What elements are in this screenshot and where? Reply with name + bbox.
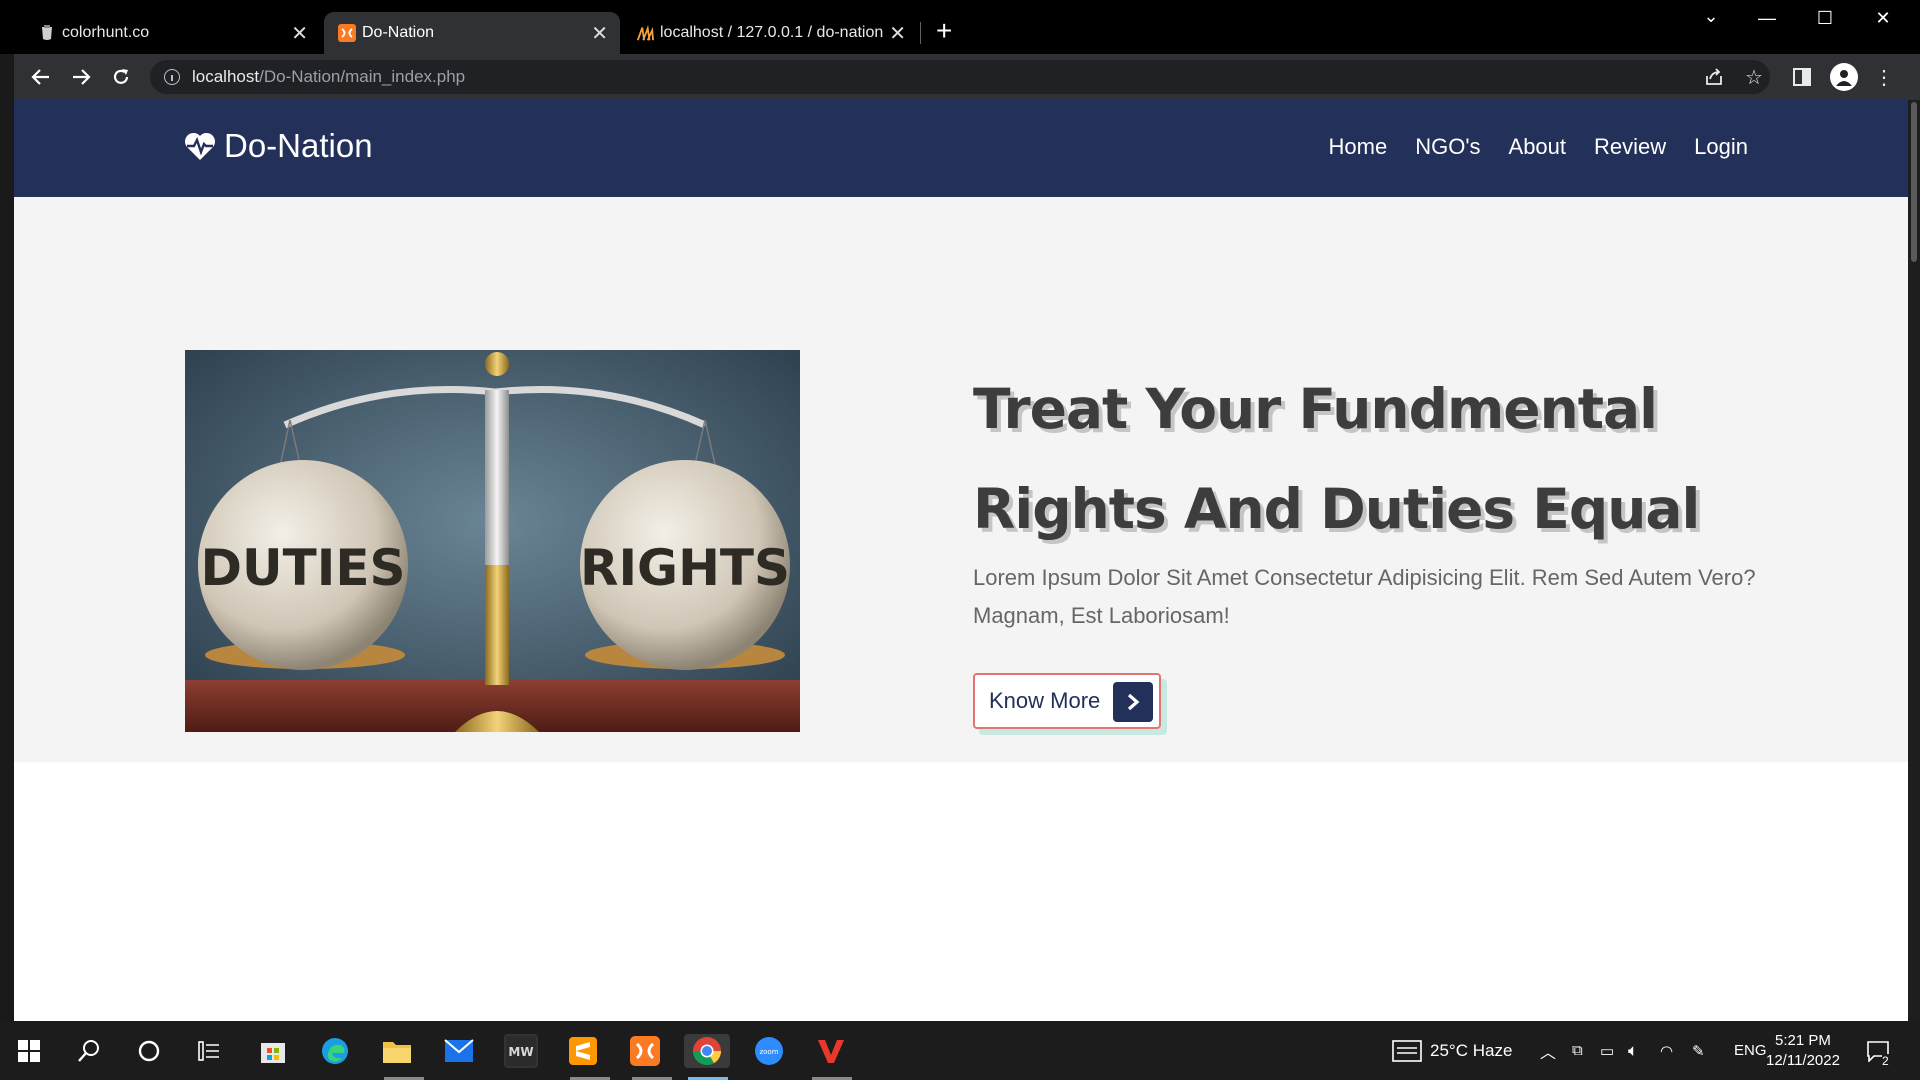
microsoft-store-icon[interactable] bbox=[256, 1034, 290, 1068]
notification-count: 2 bbox=[1882, 1054, 1889, 1068]
rights-label: RIGHTS bbox=[580, 539, 790, 597]
tab-separator bbox=[920, 22, 921, 44]
close-tab-icon[interactable]: ✕ bbox=[591, 21, 608, 46]
mail-icon[interactable] bbox=[442, 1034, 476, 1068]
hero-title-line-2: Rights And Duties Equal bbox=[973, 477, 1700, 541]
url-host: localhost bbox=[192, 67, 260, 86]
left-window-edge bbox=[0, 54, 14, 1021]
svg-text:MW: MW bbox=[508, 1045, 533, 1059]
tab-title: Do-Nation bbox=[362, 24, 435, 41]
scrollbar-thumb[interactable] bbox=[1911, 102, 1917, 262]
xampp-icon bbox=[338, 24, 356, 42]
nav-ngos[interactable]: NGO's bbox=[1415, 134, 1480, 160]
wifi-icon[interactable]: ◠ bbox=[1660, 1021, 1673, 1080]
phpmyadmin-icon bbox=[636, 24, 654, 42]
url-path: /Do-Nation/main_index.php bbox=[259, 67, 466, 86]
windows-taskbar: MW zoom 25°C Haze ︿ ⧉ ▭ 🔈︎ ◠ ✎ ENG 5:21 … bbox=[0, 1021, 1920, 1080]
clock[interactable]: 5:21 PM 12/11/2022 bbox=[1766, 1031, 1840, 1071]
know-more-button[interactable]: Know More bbox=[973, 673, 1161, 729]
nav-review[interactable]: Review bbox=[1594, 134, 1666, 160]
file-explorer-icon[interactable] bbox=[380, 1034, 414, 1068]
notification-center-icon[interactable]: 2 bbox=[1866, 1021, 1890, 1080]
page-scrollbar[interactable] bbox=[1908, 100, 1920, 1021]
main-nav: Home NGO's About Review Login bbox=[1329, 134, 1748, 160]
know-more-label: Know More bbox=[989, 688, 1101, 713]
hero-description: Lorem Ipsum Dolor Sit Amet Consectetur A… bbox=[973, 565, 1756, 628]
clock-time: 5:21 PM bbox=[1775, 1032, 1831, 1049]
svg-text:zoom: zoom bbox=[759, 1048, 778, 1056]
browser-toolbar: localhost/Do-Nation/main_index.php ☆ ⋮ bbox=[0, 54, 1920, 100]
duties-label: DUTIES bbox=[201, 539, 406, 597]
heart-pulse-icon bbox=[184, 132, 216, 160]
tab-search-icon[interactable]: ⌄ bbox=[1696, 6, 1726, 27]
new-tab-button[interactable]: + bbox=[936, 17, 952, 45]
weather-icon bbox=[1392, 1039, 1422, 1062]
browser-tab-bar: colorhunt.co ✕ Do-Nation ✕ localhost / 1… bbox=[0, 0, 1920, 54]
hero-section: DUTIES RIGHTS Treat Your Fundmental Righ… bbox=[14, 197, 1908, 762]
hero-title-line-1: Treat Your Fundmental bbox=[973, 377, 1658, 441]
wps-office-icon[interactable] bbox=[814, 1034, 848, 1068]
share-icon[interactable] bbox=[1702, 65, 1726, 89]
weather-text: 25°C Haze bbox=[1430, 1040, 1513, 1060]
maximize-button[interactable]: ☐ bbox=[1810, 8, 1840, 29]
brand-logo[interactable]: Do-Nation bbox=[184, 127, 373, 165]
tab-do-nation[interactable]: Do-Nation ✕ bbox=[324, 12, 620, 54]
close-tab-icon[interactable]: ✕ bbox=[291, 21, 308, 46]
page-viewport: Do-Nation Home NGO's About Review Login bbox=[14, 100, 1908, 1021]
colorhunt-icon bbox=[38, 24, 56, 42]
edge-icon[interactable] bbox=[318, 1034, 352, 1068]
battery-icon[interactable]: ▭ bbox=[1600, 1021, 1614, 1080]
profile-avatar-icon[interactable] bbox=[1830, 63, 1858, 91]
tab-colorhunt[interactable]: colorhunt.co ✕ bbox=[24, 12, 320, 54]
clock-date: 12/11/2022 bbox=[1766, 1052, 1840, 1069]
pen-icon[interactable]: ✎ bbox=[1692, 1021, 1705, 1080]
hero-title: Treat Your Fundmental Rights And Duties … bbox=[973, 359, 1773, 559]
cortana-icon[interactable] bbox=[132, 1034, 166, 1068]
close-tab-icon[interactable]: ✕ bbox=[883, 21, 906, 46]
brand-name: Do-Nation bbox=[224, 127, 373, 164]
language-indicator[interactable]: ENG bbox=[1734, 1021, 1767, 1080]
address-bar[interactable]: localhost/Do-Nation/main_index.php ☆ bbox=[150, 60, 1770, 94]
zoom-icon[interactable]: zoom bbox=[752, 1034, 786, 1068]
weather-widget[interactable]: 25°C Haze bbox=[1392, 1021, 1512, 1080]
nav-home[interactable]: Home bbox=[1329, 134, 1388, 160]
nav-login[interactable]: Login bbox=[1694, 134, 1748, 160]
tab-title: colorhunt.co bbox=[62, 24, 150, 41]
windows-start-icon[interactable] bbox=[12, 1034, 46, 1068]
back-icon[interactable] bbox=[28, 64, 54, 90]
chevron-right-icon bbox=[1113, 682, 1153, 722]
search-icon[interactable] bbox=[72, 1034, 106, 1068]
tab-title: localhost / 127.0.0.1 / do-nation bbox=[660, 24, 884, 41]
minimize-button[interactable]: — bbox=[1752, 8, 1782, 29]
side-panel-icon[interactable] bbox=[1790, 65, 1814, 89]
show-hidden-icons-chevron[interactable]: ︿ bbox=[1540, 1021, 1556, 1080]
mw-game-icon[interactable]: MW bbox=[504, 1034, 538, 1068]
hero-image-scales: DUTIES RIGHTS bbox=[185, 350, 800, 732]
xampp-taskbar-icon[interactable] bbox=[628, 1034, 662, 1068]
meet-now-icon[interactable]: ⧉ bbox=[1572, 1021, 1583, 1080]
reload-icon[interactable] bbox=[108, 64, 134, 90]
chrome-icon[interactable] bbox=[684, 1034, 730, 1068]
forward-icon[interactable] bbox=[68, 64, 94, 90]
menu-kebab-icon[interactable]: ⋮ bbox=[1872, 65, 1896, 89]
sublime-text-icon[interactable] bbox=[566, 1034, 600, 1068]
volume-icon[interactable]: 🔈︎ bbox=[1628, 1021, 1638, 1080]
nav-about[interactable]: About bbox=[1509, 134, 1567, 160]
site-info-icon[interactable] bbox=[164, 69, 180, 85]
task-view-icon[interactable] bbox=[192, 1034, 226, 1068]
close-window-button[interactable]: ✕ bbox=[1868, 8, 1898, 29]
tab-phpmyadmin[interactable]: localhost / 127.0.0.1 / do-nation ✕ bbox=[622, 12, 918, 54]
bookmark-star-icon[interactable]: ☆ bbox=[1742, 65, 1766, 89]
site-header: Do-Nation Home NGO's About Review Login bbox=[14, 100, 1908, 197]
